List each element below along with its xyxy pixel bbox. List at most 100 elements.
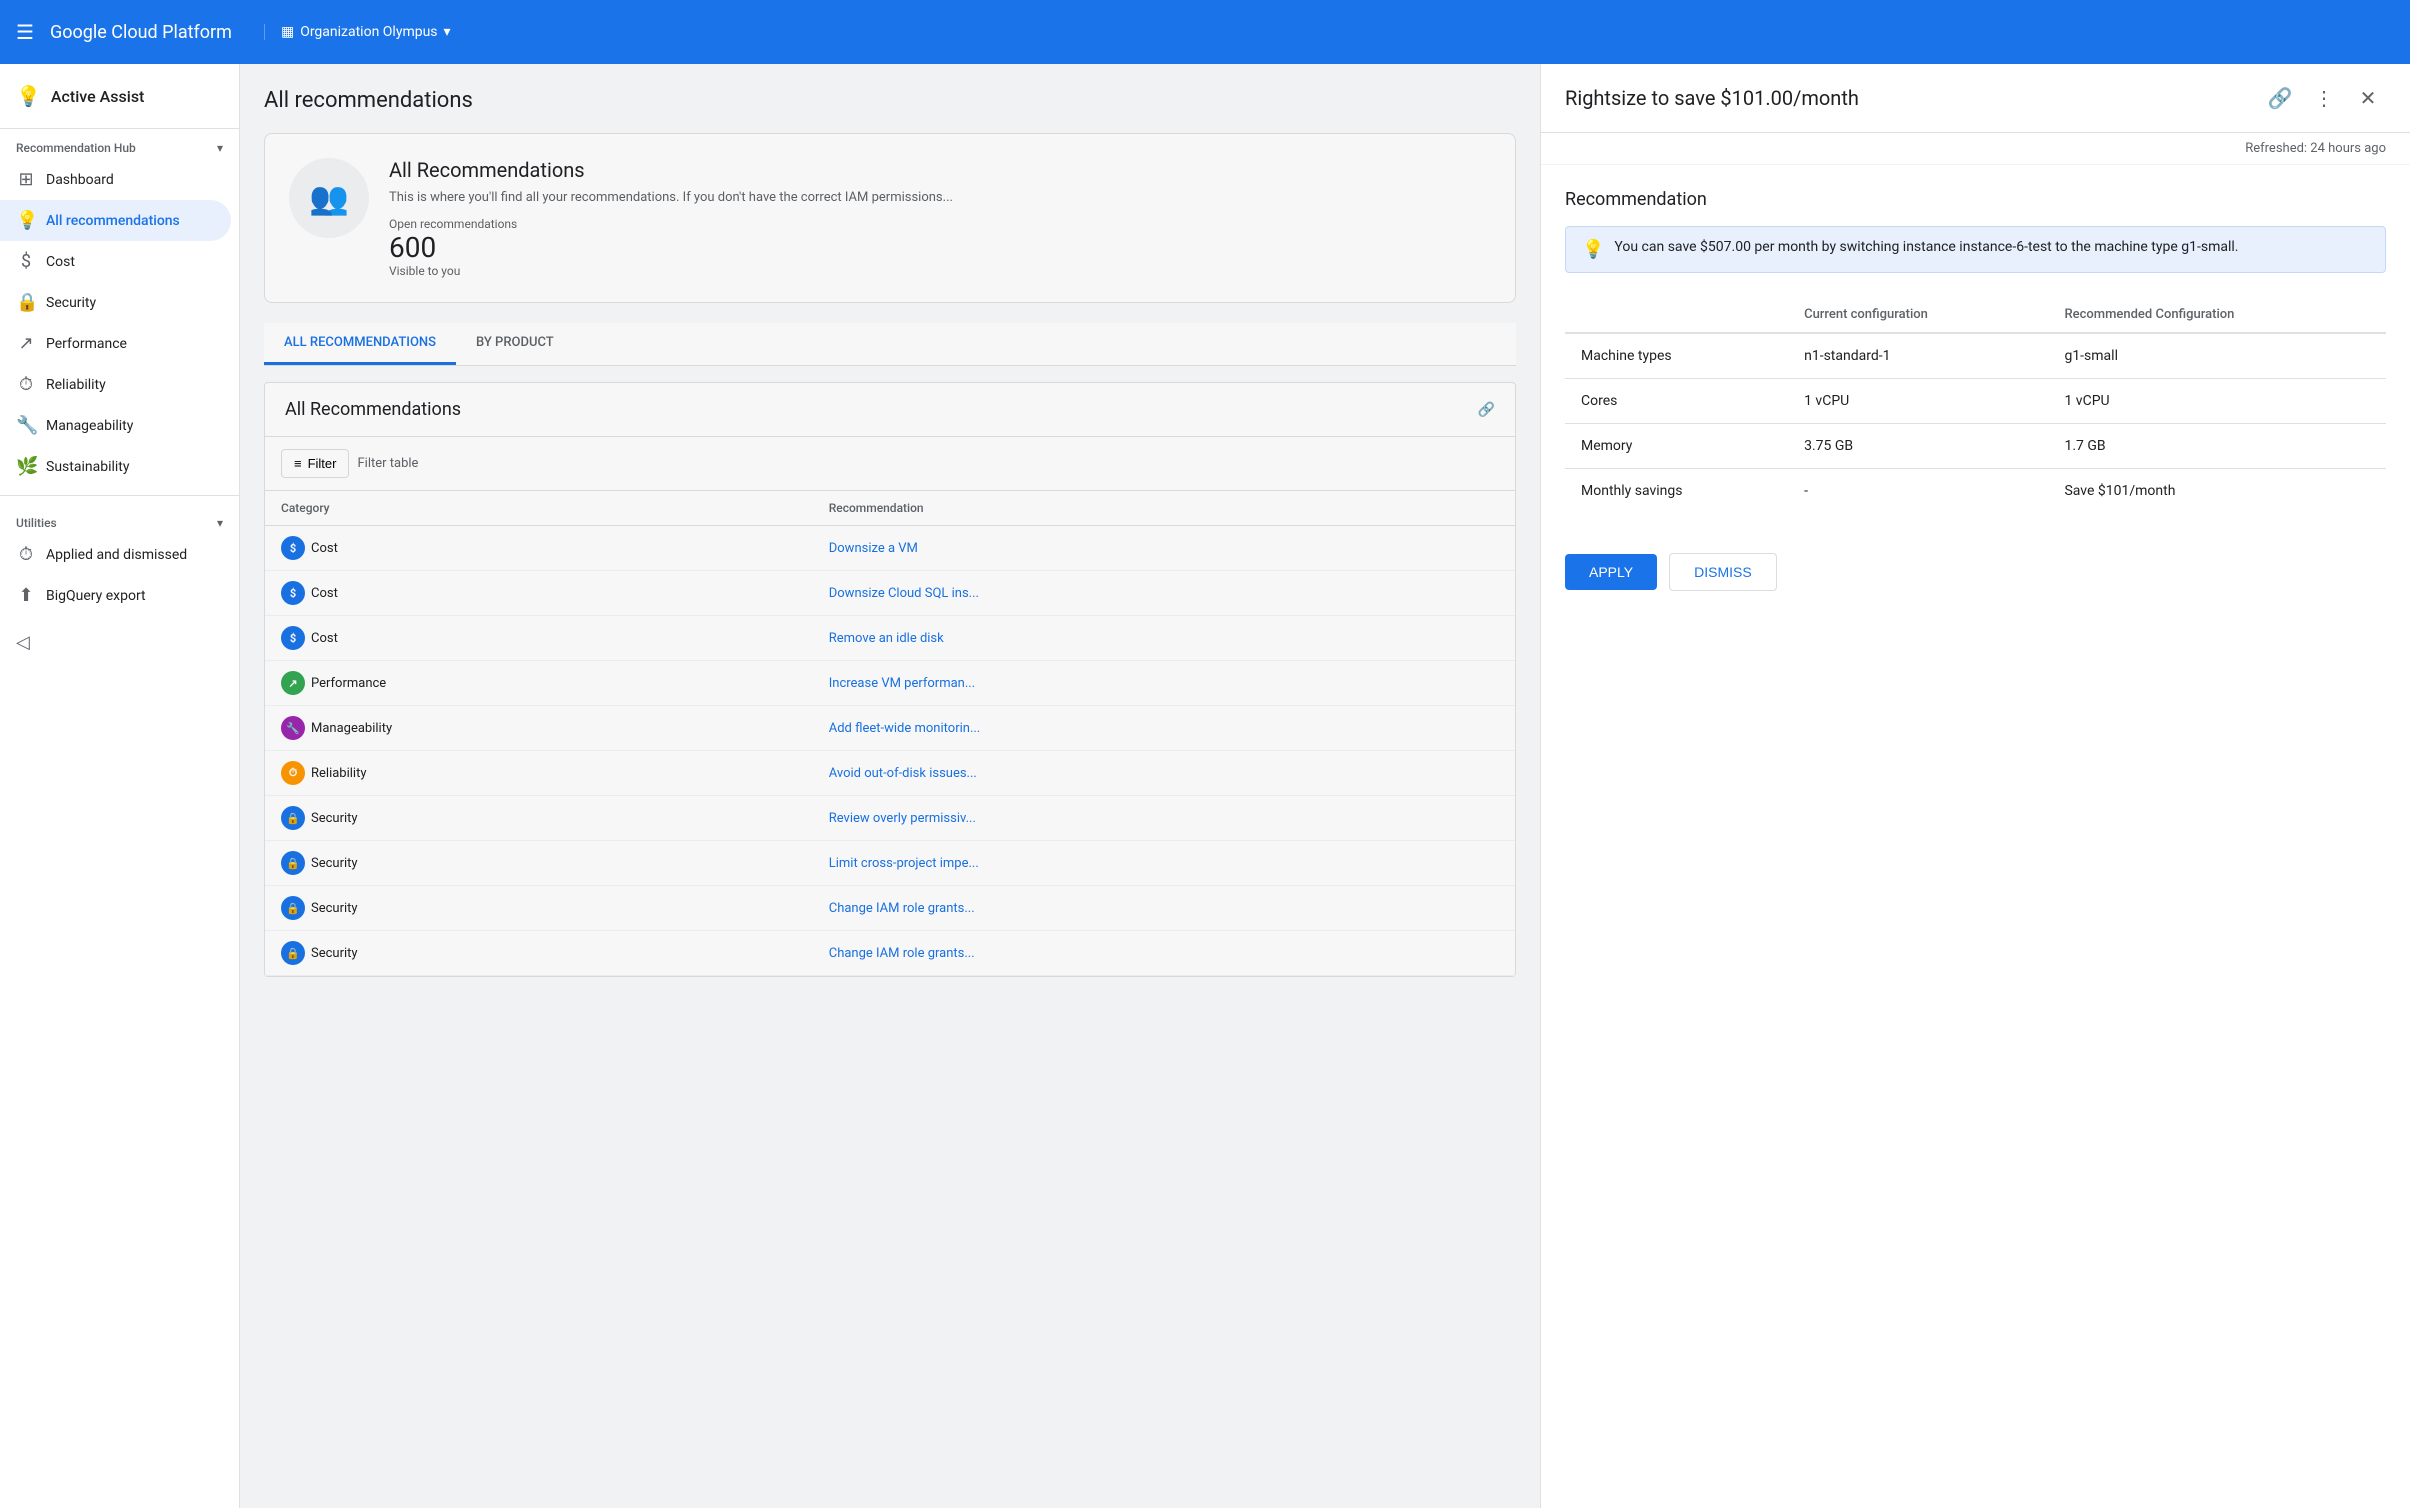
recommendation-hub-section[interactable]: Recommendation Hub ▾ [0,129,239,159]
recommendation-link[interactable]: Review overly permissiv... [829,811,976,826]
bigquery-export-icon: ⬆ [16,585,36,606]
table-cell-recommendation: Add fleet-wide monitorin... [813,706,1515,751]
apply-button[interactable]: APPLY [1565,554,1657,590]
config-current: - [1788,469,2048,514]
tab-all-recommendations[interactable]: ALL RECOMMENDATIONS [264,323,456,365]
app-title: Google Cloud Platform [50,22,232,43]
config-current: n1-standard-1 [1788,333,2048,379]
side-panel: Rightsize to save $101.00/month 🔗 ⋮ ✕ Re… [1540,64,2410,1508]
active-assist-icon: 💡 [16,84,41,108]
recommendation-link[interactable]: Change IAM role grants... [829,901,975,916]
info-banner: 💡 You can save $507.00 per month by swit… [1565,226,2386,273]
info-icon: 💡 [1582,239,1604,260]
sidebar-item-dashboard[interactable]: ⊞ Dashboard [0,159,231,200]
sidebar-collapse-button[interactable]: ◁ [0,616,239,669]
topbar: ☰ Google Cloud Platform ▦ Organization O… [0,0,2410,64]
category-label: Security [311,811,358,826]
recommendation-link[interactable]: Add fleet-wide monitorin... [829,721,981,736]
sidebar-item-sustainability[interactable]: 🌿 Sustainability [0,446,231,487]
filter-label: Filter [308,456,337,471]
sustainability-icon: 🌿 [16,456,36,477]
sidebar-item-security[interactable]: 🔒 Security [0,282,231,323]
side-panel-actions: 🔗 ⋮ ✕ [2262,80,2386,116]
table-cell-category: 🔒Security [265,886,813,931]
table-row[interactable]: 🔒Security Change IAM role grants... [265,886,1515,931]
category-icon: 🔒 [281,851,305,875]
recommendation-banner: 👥 All Recommendations This is where you'… [264,133,1516,303]
table-row[interactable]: 🔒SecurityReview overly permissiv... [265,796,1515,841]
filter-button[interactable]: ≡ Filter [281,449,349,478]
sidebar-item-performance[interactable]: ↗ Performance [0,323,231,364]
category-icon: $ [281,581,305,605]
sidebar-item-reliability[interactable]: ⏱ Reliability [0,364,231,405]
sidebar-item-bigquery-export[interactable]: ⬆ BigQuery export [0,575,231,616]
info-text: You can save $507.00 per month by switch… [1614,239,2238,255]
all-reco-title: All Recommendations [285,399,461,420]
config-table: Current configuration Recommended Config… [1565,297,2386,513]
menu-icon[interactable]: ☰ [16,20,34,44]
open-reco-count: 600 [389,231,953,264]
recommendation-link[interactable]: Limit cross-project impe... [829,856,979,871]
sidebar-item-all-recommendations[interactable]: 💡 All recommendations [0,200,231,241]
sidebar-item-label: Security [46,295,96,311]
category-icon: 🔧 [281,716,305,740]
config-table-row: Machine typesn1-standard-1g1-small [1565,333,2386,379]
utilities-section[interactable]: Utilities ▾ [0,504,239,534]
org-name: Organization Olympus [300,24,437,40]
recommendation-link[interactable]: Downsize Cloud SQL ins... [829,586,979,601]
banner-text: All Recommendations This is where you'll… [389,158,953,278]
table-row[interactable]: 🔧ManageabilityAdd fleet-wide monitorin..… [265,706,1515,751]
sidebar-item-cost[interactable]: $ Cost [0,241,231,282]
link-icon[interactable]: 🔗 [1478,402,1495,418]
table-cell-recommendation: Change IAM role grants... [813,886,1515,931]
dismiss-button[interactable]: DISMISS [1669,553,1777,591]
recommendation-link[interactable]: Avoid out-of-disk issues... [829,766,977,781]
table-cell-category: ↗Performance [265,661,813,706]
close-button[interactable]: ✕ [2350,80,2386,116]
content-area: All recommendations 👥 All Recommendation… [240,64,2410,1508]
sidebar-item-label: Manageability [46,418,133,434]
table-cell-category: 🔒Security [265,931,813,976]
link-button[interactable]: 🔗 [2262,80,2298,116]
recommendation-link[interactable]: Downsize a VM [829,541,918,556]
config-col-attr [1565,297,1788,333]
utilities-chevron-icon: ▾ [217,516,223,530]
table-row[interactable]: ⏱ReliabilityAvoid out-of-disk issues... [265,751,1515,796]
category-label: Security [311,946,358,961]
sidebar-item-label: Dashboard [46,172,114,188]
config-recommended: g1-small [2048,333,2386,379]
table-row[interactable]: $CostRemove an idle disk [265,616,1515,661]
side-panel-header: Rightsize to save $101.00/month 🔗 ⋮ ✕ [1541,64,2410,133]
category-label: Cost [311,541,338,556]
config-recommended: Save $101/month [2048,469,2386,514]
config-col-recommended: Recommended Configuration [2048,297,2386,333]
recommendation-link[interactable]: Change IAM role grants... [829,946,975,961]
recommendation-link[interactable]: Remove an idle disk [829,631,944,646]
tabs: ALL RECOMMENDATIONS BY PRODUCT [264,323,1516,366]
recommendation-hub-chevron: ▾ [217,141,223,155]
more-options-button[interactable]: ⋮ [2306,80,2342,116]
sidebar-item-label: Cost [46,254,75,270]
category-icon: $ [281,626,305,650]
table-cell-recommendation: Increase VM performan... [813,661,1515,706]
active-assist-label: Active Assist [51,87,144,106]
open-reco-label: Open recommendations [389,217,953,231]
banner-icon: 👥 [289,158,369,238]
sidebar-item-manageability[interactable]: 🔧 Manageability [0,405,231,446]
table-row[interactable]: 🔒Security Change IAM role grants... [265,931,1515,976]
table-cell-category: 🔒Security [265,841,813,886]
sidebar-item-applied-dismissed[interactable]: ⏱ Applied and dismissed [0,534,231,575]
table-row[interactable]: $CostDownsize Cloud SQL ins... [265,571,1515,616]
category-icon: $ [281,536,305,560]
table-row[interactable]: ↗Performance Increase VM performan... [265,661,1515,706]
config-current: 3.75 GB [1788,424,2048,469]
category-label: Performance [311,676,386,691]
recommendation-link[interactable]: Increase VM performan... [829,676,975,691]
sidebar-item-label: Applied and dismissed [46,547,187,563]
tab-by-product[interactable]: BY PRODUCT [456,323,574,365]
table-row[interactable]: 🔒Security Limit cross-project impe... [265,841,1515,886]
category-label: Security [311,901,358,916]
table-row[interactable]: $ Cost Downsize a VM [265,526,1515,571]
org-selector[interactable]: ▦ Organization Olympus ▾ [264,24,451,40]
security-icon: 🔒 [16,292,36,313]
